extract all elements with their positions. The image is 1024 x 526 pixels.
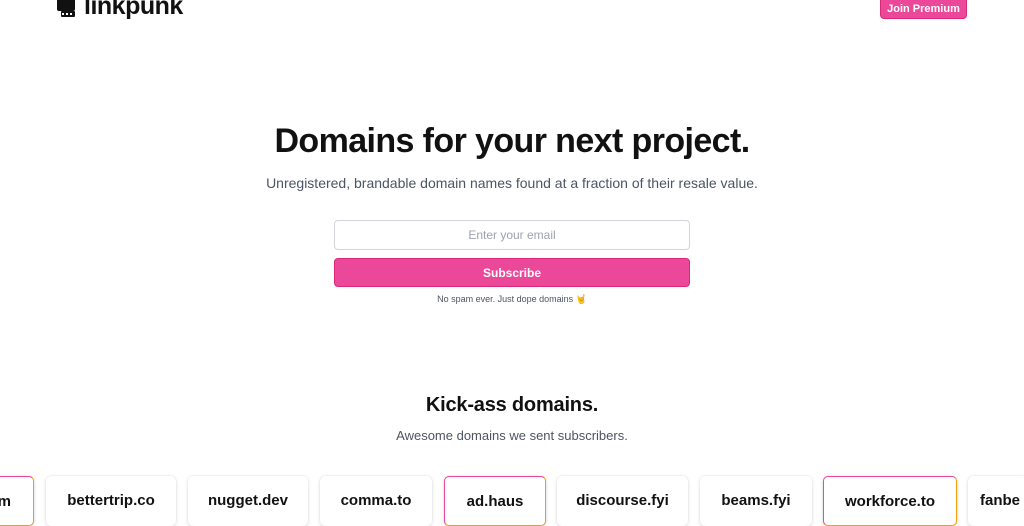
domain-card[interactable]: bettertrip.co <box>46 476 176 526</box>
domain-name: beams.fyi <box>721 492 791 509</box>
email-input[interactable] <box>334 220 690 250</box>
domain-name: ad.haus <box>466 493 524 510</box>
domain-name: workforce.to <box>844 493 935 510</box>
signup-fineprint: No spam ever. Just dope domains 🤘 <box>437 294 587 304</box>
domain-card[interactable]: discourse.fyi <box>557 476 688 526</box>
domain-name: bettertrip.co <box>67 492 155 509</box>
domain-name: nugget.dev <box>207 492 288 509</box>
page-title: Domains for your next project. <box>274 122 750 160</box>
domain-card[interactable]: beams.fyi <box>700 476 812 526</box>
fist-icon <box>56 0 78 19</box>
domains-section-subtitle: Awesome domains we sent subscribers. <box>396 428 628 443</box>
domain-name: fanbe <box>980 492 1021 509</box>
domain-card[interactable]: ad.haus <box>444 476 546 526</box>
join-premium-button[interactable]: Join Premium <box>880 0 967 19</box>
domain-card[interactable]: fanbe <box>968 476 1024 526</box>
domain-name: comma.to <box>340 492 412 509</box>
domains-section-title: Kick-ass domains. <box>425 394 599 416</box>
domain-name: m <box>0 493 11 525</box>
domain-card[interactable]: workforce.to <box>823 476 957 526</box>
subscribe-button[interactable]: Subscribe <box>334 258 690 287</box>
domain-card[interactable]: comma.to <box>320 476 432 526</box>
brand-logo[interactable]: linkpunk <box>56 0 183 20</box>
domain-card[interactable]: m <box>0 476 34 526</box>
domain-name: discourse.fyi <box>576 492 669 509</box>
logo-text: linkpunk <box>84 0 183 20</box>
domain-card[interactable]: nugget.dev <box>188 476 308 526</box>
page-subtitle: Unregistered, brandable domain names fou… <box>266 175 758 191</box>
